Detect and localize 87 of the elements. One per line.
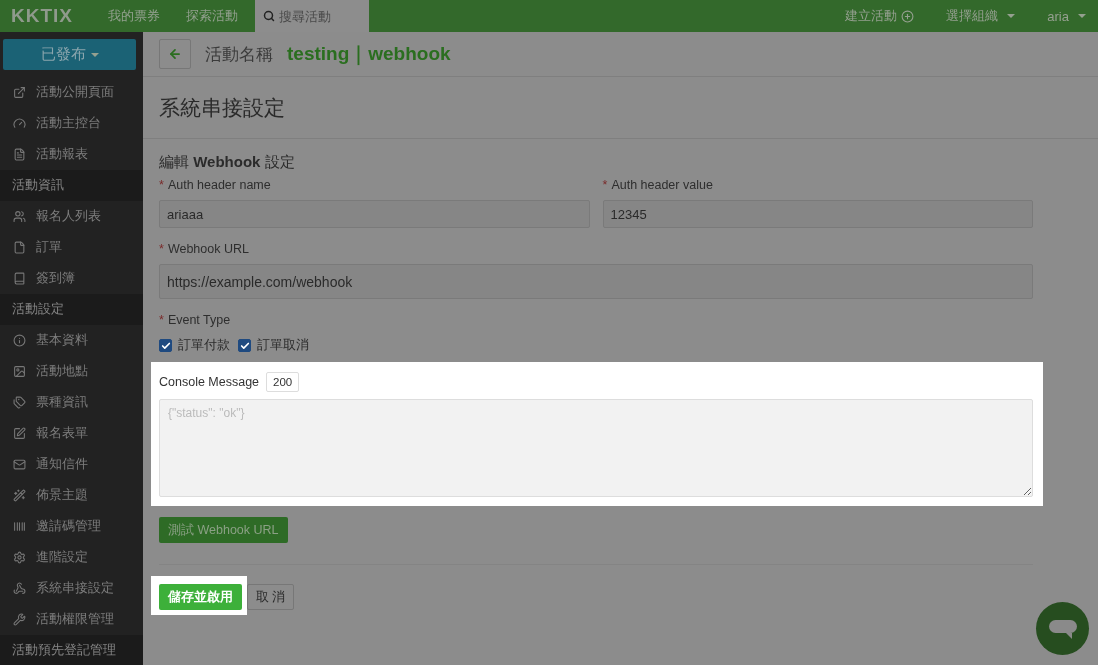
sidebar-item[interactable]: 系統串接設定 (0, 573, 143, 604)
sidebar-item[interactable]: 活動權限管理 (0, 604, 143, 635)
field-label: * Auth header name (159, 178, 272, 192)
status-dropdown[interactable]: 已發布 (3, 39, 136, 70)
plus-circle-icon (901, 9, 915, 23)
book-icon (13, 272, 26, 285)
required-mark: * (159, 178, 164, 192)
sidebar-item[interactable]: 活動報表 (0, 139, 143, 170)
sidebar-item[interactable]: 基本資料 (0, 325, 143, 356)
checkbox-label: 訂單付款 (178, 337, 230, 354)
field-label: * Auth header value (602, 178, 714, 192)
sidebar-item[interactable]: 佈景主題 (0, 480, 143, 511)
sidebar-item-label: 活動公開頁面 (36, 84, 114, 101)
sidebar-item[interactable]: 進階設定 (0, 542, 143, 573)
envelope-icon (13, 458, 26, 471)
nav-link[interactable]: 我的票券 (95, 7, 173, 25)
field-label: Console Message (159, 375, 260, 389)
magic-wand-icon (13, 489, 26, 502)
input-field[interactable]: 12345 (602, 200, 1033, 228)
field-label: * Event Type (159, 313, 232, 327)
external-link-icon (13, 86, 26, 99)
create-event-link[interactable]: 建立活動 (829, 7, 931, 25)
sidebar-item-label: 系統串接設定 (36, 580, 114, 597)
event-name: testing｜webhook (287, 42, 451, 67)
sidebar-item-label: 報名表單 (36, 425, 88, 442)
sidebar-item-label: 活動權限管理 (36, 611, 114, 628)
edit-icon (13, 427, 26, 440)
barcode-icon (13, 520, 26, 533)
sidebar-item-label: 活動報表 (36, 146, 88, 163)
sidebar-item-label: 票種資訊 (36, 394, 88, 411)
cancel-button[interactable]: 取 消 (247, 584, 295, 610)
sidebar-item-label: 佈景主題 (36, 487, 88, 504)
users-icon (13, 210, 26, 223)
checkbox-label: 訂單取消 (257, 337, 309, 354)
test-webhook-button[interactable]: 測試 Webhook URL (159, 517, 288, 543)
checkbox[interactable] (159, 339, 172, 352)
sidebar-item[interactable]: 活動公開頁面 (0, 77, 143, 108)
sidebar-item-label: 活動主控台 (36, 115, 101, 132)
user-menu[interactable]: aria (1031, 8, 1098, 24)
save-button[interactable]: 儲存並啟用 (159, 584, 242, 610)
sidebar-item[interactable]: 票種資訊 (0, 387, 143, 418)
section-title: 編輯 Webhook 設定 (159, 153, 296, 172)
gauge-icon (13, 117, 26, 130)
sidebar-item-label: 活動地點 (36, 363, 88, 380)
sidebar-item-label: 報名人列表 (36, 208, 101, 225)
sidebar-item-label: 基本資料 (36, 332, 88, 349)
page-title: 系統串接設定 (159, 94, 285, 121)
chat-button[interactable] (1036, 602, 1089, 655)
sidebar-item-label: 通知信件 (36, 456, 88, 473)
search-field[interactable]: 搜尋活動 (255, 0, 369, 32)
search-icon (263, 10, 275, 22)
sidebar-item-label: 進階設定 (36, 549, 88, 566)
webhook-icon (13, 582, 26, 595)
nav-link[interactable]: 探索活動 (173, 7, 251, 25)
logo[interactable]: KKTIX (11, 5, 73, 27)
sidebar-item[interactable]: 邀請碼管理 (0, 511, 143, 542)
required-mark: * (159, 313, 164, 327)
sidebar-item[interactable]: 簽到簿 (0, 263, 143, 294)
sidebar-item[interactable]: 通知信件 (0, 449, 143, 480)
event-label: 活動名稱 (205, 43, 273, 66)
sidebar-item[interactable]: 報名人列表 (0, 201, 143, 232)
info-icon (13, 334, 26, 347)
sidebar-item[interactable]: 活動主控台 (0, 108, 143, 139)
sidebar-item-label: 訂單 (36, 239, 62, 256)
back-arrow-icon (168, 47, 182, 61)
required-mark: * (159, 242, 164, 256)
field-label: * Webhook URL (159, 242, 250, 256)
sidebar-section-header: 活動設定 (0, 294, 143, 325)
required-mark: * (602, 178, 608, 192)
sidebar-section-header: 活動預先登記管理 (0, 635, 143, 665)
wrench-icon (13, 613, 26, 626)
tags-icon (13, 396, 26, 409)
sidebar-item[interactable]: 活動地點 (0, 356, 143, 387)
settings-icon (13, 551, 26, 564)
input-field[interactable]: https://example.com/webhook (159, 264, 1033, 299)
checkbox[interactable] (238, 339, 251, 352)
image-icon (13, 365, 26, 378)
sidebar-item-label: 邀請碼管理 (36, 518, 101, 535)
sidebar-item[interactable]: 訂單 (0, 232, 143, 263)
document-icon (13, 148, 26, 161)
sidebar-item-label: 簽到簿 (36, 270, 75, 287)
sidebar-section-header: 活動資訊 (0, 170, 143, 201)
document-icon (13, 241, 26, 254)
input-field[interactable]: ariaaa (159, 200, 590, 228)
status-code-badge: 200 (266, 372, 300, 392)
organization-dropdown[interactable]: 選擇組織 (930, 7, 1032, 25)
sidebar-item[interactable]: 報名表單 (0, 418, 143, 449)
